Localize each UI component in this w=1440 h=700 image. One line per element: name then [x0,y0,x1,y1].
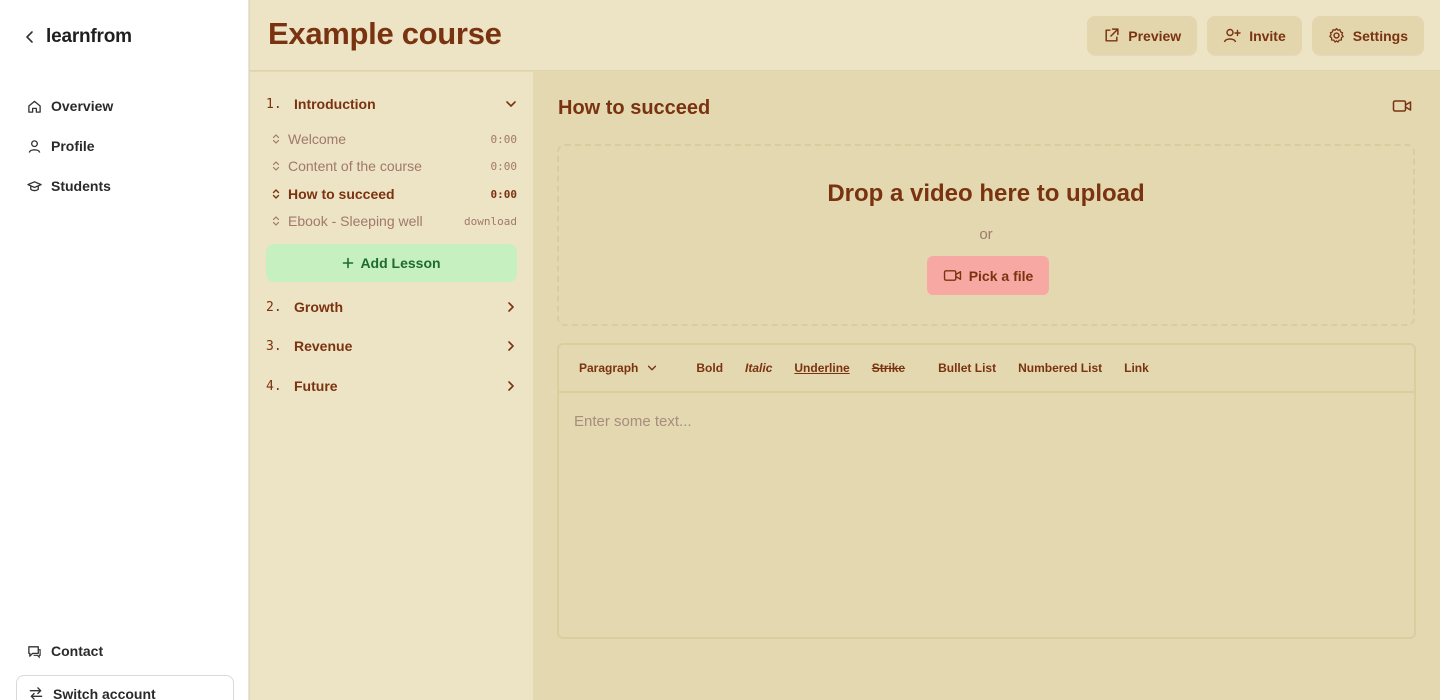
lesson-editor-main: How to succeed Drop a video here to uplo… [533,72,1440,700]
lessons-panel: 1. Introduction Welcome 0:00 Content of … [250,72,533,700]
header-actions: Preview Invite Settings [1087,16,1424,55]
pick-file-label: Pick a file [968,267,1034,284]
page-title: Example course [268,16,502,51]
paragraph-style-select[interactable]: Paragraph [579,361,658,375]
section-number: 2. [266,299,282,315]
section-title: Introduction [294,96,376,112]
link-button[interactable]: Link [1124,361,1149,375]
lesson-item[interactable]: Content of the course 0:00 [272,155,517,177]
section-title: Growth [294,299,343,315]
section-title: Future [294,378,338,394]
drag-handle-icon[interactable] [272,133,280,145]
lesson-download-link[interactable]: download [464,215,517,228]
drag-handle-icon[interactable] [272,215,280,227]
dropzone-title: Drop a video here to upload [827,180,1145,207]
lesson-item-active[interactable]: How to succeed 0:00 [272,183,517,205]
switch-account-label: Switch account [53,685,156,700]
sidebar-item-label: Students [51,178,111,194]
paragraph-style-label: Paragraph [579,361,639,375]
drag-handle-icon[interactable] [272,188,280,200]
lesson-title: Ebook - Sleeping well [288,213,423,229]
sidebar-item-overview[interactable]: Overview [16,86,232,126]
user-icon [27,139,42,154]
invite-label: Invite [1249,27,1286,44]
lesson-duration: 0:00 [490,159,518,173]
chevron-right-icon[interactable] [504,379,518,393]
external-link-icon [1103,27,1120,44]
bullet-list-button[interactable]: Bullet List [938,361,996,375]
brand-name: learnfrom [46,26,132,47]
switch-account-button[interactable]: Switch account [16,675,234,700]
add-lesson-label: Add Lesson [360,255,441,271]
sidebar-item-contact[interactable]: Contact [16,631,234,671]
section-title: Revenue [294,338,353,354]
lesson-duration: 0:00 [490,132,518,146]
video-camera-icon[interactable] [1392,98,1412,114]
bold-button[interactable]: Bold [696,361,723,375]
sidebar-item-label: Overview [51,98,114,114]
lesson-duration: 0:00 [490,187,518,201]
section-number: 3. [266,338,282,354]
numbered-list-button[interactable]: Numbered List [1018,361,1102,375]
swap-icon [28,686,44,700]
section-revenue[interactable]: 3. Revenue [266,334,518,358]
drag-handle-icon[interactable] [272,160,280,172]
gear-icon [1328,27,1345,44]
settings-label: Settings [1352,27,1408,44]
section-future[interactable]: 4. Future [266,374,518,398]
video-camera-icon [943,268,962,283]
sidebar-item-students[interactable]: Students [16,166,232,206]
brand[interactable]: learnfrom [24,26,132,48]
italic-button[interactable]: Italic [745,361,772,375]
sidebar: learnfrom Overview Profile Students Cont… [0,0,249,700]
section-number: 4. [266,378,282,394]
preview-label: Preview [1128,27,1182,44]
chevron-left-icon[interactable] [24,30,36,44]
user-plus-icon [1223,27,1241,44]
home-icon [27,99,42,114]
section-number: 1. [266,96,282,112]
plus-icon [342,257,354,269]
graduation-cap-icon [27,179,42,194]
section-growth[interactable]: 2. Growth [266,295,518,319]
course-header: Example course Preview Invite Settings [250,0,1440,71]
chevron-down-icon[interactable] [504,97,518,111]
lesson-title: Welcome [288,131,347,147]
sidebar-item-label: Profile [51,138,95,154]
dropzone-or: or [979,226,993,243]
rich-text-editor: Paragraph Bold Italic Underline Strike B… [557,343,1416,639]
settings-button[interactable]: Settings [1311,16,1424,55]
sidebar-nav: Overview Profile Students [16,86,232,206]
strike-button[interactable]: Strike [872,361,905,375]
sidebar-item-label: Contact [51,643,104,659]
section-introduction[interactable]: 1. Introduction [266,92,518,116]
chat-icon [27,644,42,659]
lesson-item[interactable]: Ebook - Sleeping well download [272,210,517,232]
underline-button[interactable]: Underline [794,361,849,375]
editor-text-area[interactable]: Enter some text... [559,393,1414,637]
lesson-title: Content of the course [288,158,422,174]
lesson-item[interactable]: Welcome 0:00 [272,128,517,150]
pick-file-button[interactable]: Pick a file [927,256,1049,295]
preview-button[interactable]: Preview [1087,16,1198,55]
lesson-heading: How to succeed [558,97,711,119]
video-dropzone[interactable]: Drop a video here to upload or Pick a fi… [557,144,1415,326]
chevron-down-icon [646,362,658,374]
add-lesson-button[interactable]: Add Lesson [266,244,517,282]
editor-toolbar: Paragraph Bold Italic Underline Strike B… [559,345,1414,393]
chevron-right-icon[interactable] [504,300,518,314]
sidebar-item-profile[interactable]: Profile [16,126,232,166]
lesson-title: How to succeed [288,186,395,202]
invite-button[interactable]: Invite [1207,16,1302,55]
sidebar-bottom: Contact Switch account [16,631,234,700]
chevron-right-icon[interactable] [504,339,518,353]
